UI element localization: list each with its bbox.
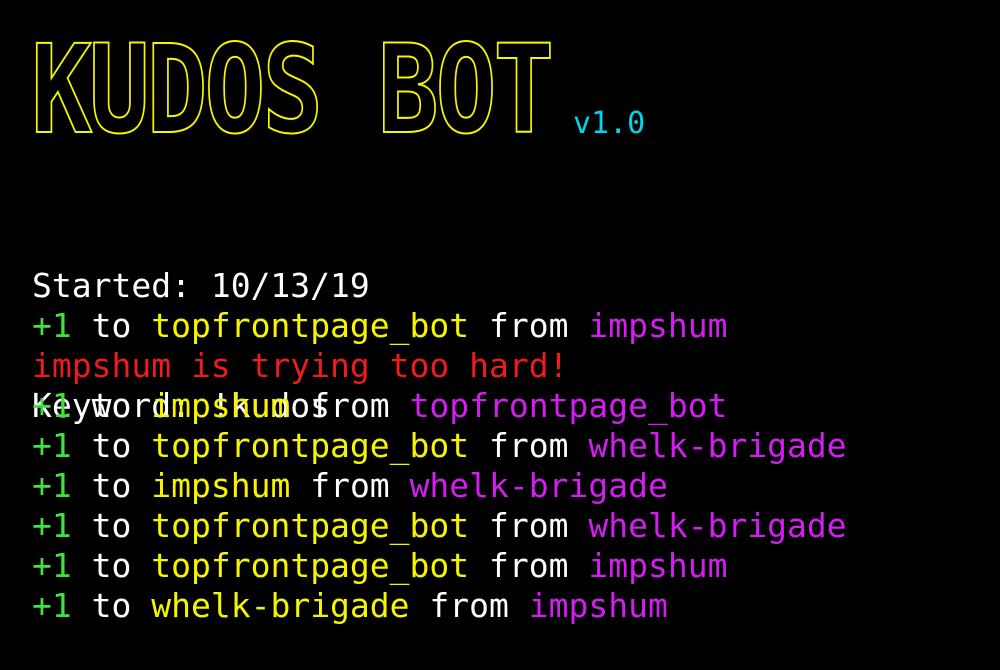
plus-count: +1	[32, 586, 72, 625]
to-word: to	[91, 426, 132, 465]
log-kudos-line: +1 to topfrontpage_bot from whelk-brigad…	[32, 506, 847, 546]
recipient-name: topfrontpage_bot	[151, 306, 470, 345]
from-word: from	[489, 506, 569, 545]
warning-text: impshum is trying too hard!	[32, 346, 569, 385]
recipient-name: whelk-brigade	[151, 586, 410, 625]
to-word: to	[91, 386, 132, 425]
plus-count: +1	[32, 306, 72, 345]
recipient-name: topfrontpage_bot	[151, 546, 470, 585]
log-kudos-line: +1 to impshum from topfrontpage_bot	[32, 386, 847, 426]
to-word: to	[91, 546, 132, 585]
sender-name: whelk-brigade	[409, 466, 668, 505]
log-kudos-line: +1 to impshum from whelk-brigade	[32, 466, 847, 506]
from-word: from	[429, 586, 509, 625]
recipient-name: impshum	[151, 386, 291, 425]
started-line: Started: 10/13/19	[32, 266, 370, 306]
from-word: from	[489, 426, 569, 465]
to-word: to	[91, 466, 132, 505]
terminal-window[interactable]: KUDOS BOT KUDOS BOT v1.0 Started: 10/13/…	[0, 0, 1000, 670]
sender-name: impshum	[588, 546, 728, 585]
recipient-name: impshum	[151, 466, 291, 505]
log-kudos-line: +1 to topfrontpage_bot from impshum	[32, 546, 847, 586]
log-kudos-line: +1 to topfrontpage_bot from impshum	[32, 306, 847, 346]
from-word: from	[489, 546, 569, 585]
log-kudos-line: +1 to topfrontpage_bot from whelk-brigad…	[32, 426, 847, 466]
recipient-name: topfrontpage_bot	[151, 506, 470, 545]
recipient-name: topfrontpage_bot	[151, 426, 470, 465]
plus-count: +1	[32, 466, 72, 505]
sender-name: topfrontpage_bot	[409, 386, 728, 425]
kudos-log: +1 to topfrontpage_bot from impshum impsh…	[32, 306, 847, 626]
plus-count: +1	[32, 426, 72, 465]
version-label: v1.0	[573, 106, 646, 141]
log-kudos-line: +1 to whelk-brigade from impshum	[32, 586, 847, 626]
sender-name: whelk-brigade	[588, 426, 847, 465]
to-word: to	[91, 306, 132, 345]
from-word: from	[310, 386, 390, 425]
plus-count: +1	[32, 386, 72, 425]
to-word: to	[91, 506, 132, 545]
sender-name: whelk-brigade	[588, 506, 847, 545]
plus-count: +1	[32, 546, 72, 585]
to-word: to	[91, 586, 132, 625]
plus-count: +1	[32, 506, 72, 545]
banner-title-hatching: KUDOS BOT	[31, 19, 551, 161]
sender-name: impshum	[528, 586, 668, 625]
from-word: from	[310, 466, 390, 505]
from-word: from	[489, 306, 569, 345]
log-warning-line: impshum is trying too hard!	[32, 346, 847, 386]
started-label: Started:	[32, 266, 191, 305]
started-value: 10/13/19	[210, 266, 370, 305]
sender-name: impshum	[588, 306, 728, 345]
banner-art: KUDOS BOT KUDOS BOT	[30, 18, 556, 162]
